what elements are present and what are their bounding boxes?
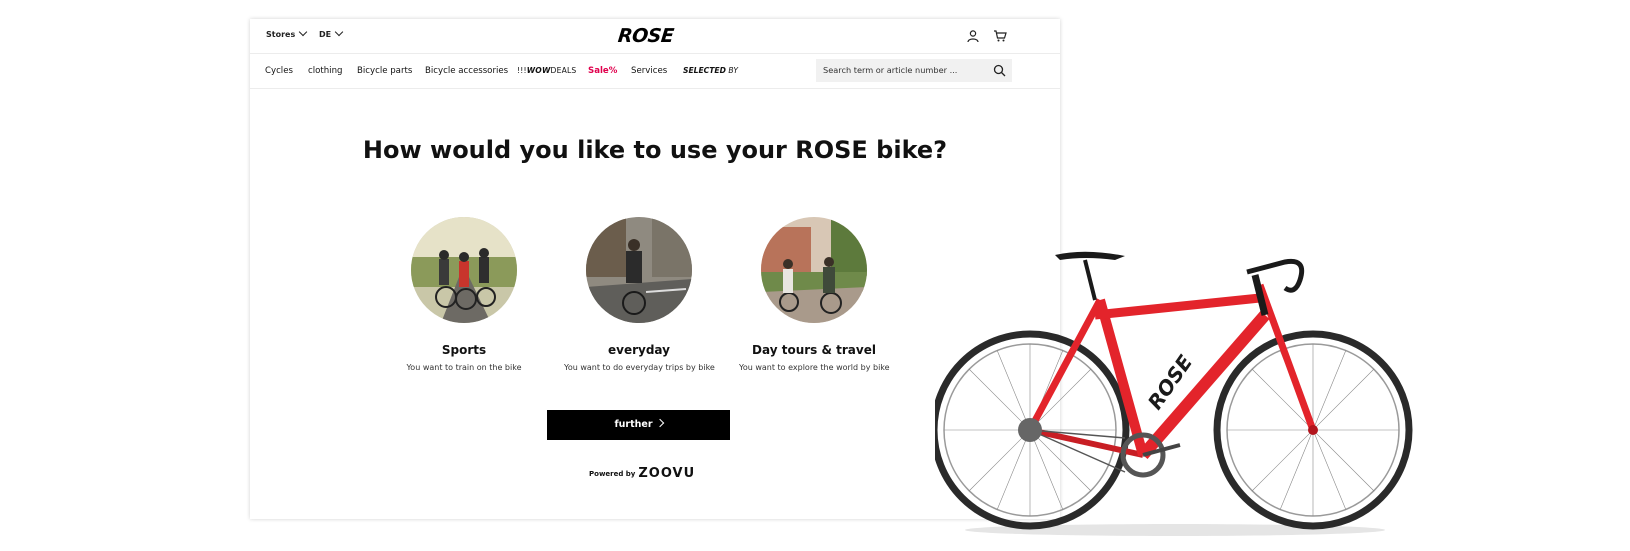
stores-label: Stores bbox=[266, 30, 296, 39]
powered-label: Powered by bbox=[589, 470, 636, 478]
rose-logo[interactable]: ROSE bbox=[617, 25, 675, 47]
nav-cycles[interactable]: Cycles bbox=[265, 66, 293, 76]
search-input[interactable]: Search term or article number ... bbox=[816, 59, 1012, 82]
chevron-down-icon bbox=[298, 27, 308, 37]
option-description: You want to do everyday trips by bike bbox=[564, 363, 715, 372]
powered-by[interactable]: Powered by ZOOVU bbox=[589, 465, 696, 481]
cart-icon[interactable] bbox=[993, 29, 1007, 43]
option-title: Day tours & travel bbox=[752, 343, 876, 357]
page-title: How would you like to use your ROSE bike… bbox=[362, 136, 948, 164]
option-description: You want to train on the bike bbox=[406, 363, 522, 372]
sports-photo bbox=[411, 217, 517, 323]
option-title: everyday bbox=[608, 343, 670, 357]
chevron-down-icon bbox=[334, 27, 344, 37]
option-description: You want to explore the world by bike bbox=[739, 363, 890, 372]
search-icon[interactable] bbox=[993, 64, 1006, 77]
top-bar: Stores DE ROSE bbox=[250, 19, 1060, 54]
zoovu-logo: ZOOVU bbox=[638, 466, 696, 481]
stores-dropdown[interactable]: Stores bbox=[266, 27, 308, 39]
option-day-tours-travel[interactable]: Day tours & travel You want to explore t… bbox=[739, 217, 890, 372]
search-placeholder: Search term or article number ... bbox=[823, 65, 958, 75]
everyday-photo bbox=[586, 217, 692, 323]
nav-clothing[interactable]: clothing bbox=[308, 66, 342, 76]
option-everyday[interactable]: everyday You want to do everyday trips b… bbox=[564, 217, 715, 372]
nav-wow-deals[interactable]: !!!WOWDEALS bbox=[517, 66, 576, 75]
wow-suffix: DEALS bbox=[550, 66, 577, 75]
nav-selected-by[interactable]: SELECTED BY bbox=[683, 66, 738, 75]
language-dropdown[interactable]: DE bbox=[319, 27, 344, 39]
language-label: DE bbox=[319, 30, 332, 39]
option-sports[interactable]: Sports You want to train on the bike bbox=[389, 217, 539, 372]
option-title: Sports bbox=[441, 343, 487, 357]
nav-bicycle-accessories[interactable]: Bicycle accessories bbox=[425, 66, 508, 76]
user-icon[interactable] bbox=[966, 29, 980, 43]
selected-suffix: BY bbox=[725, 66, 739, 75]
wow-bold: WOW bbox=[526, 66, 551, 75]
main-navigation: Cycles clothing Bicycle parts Bicycle ac… bbox=[250, 54, 1060, 89]
nav-sale[interactable]: Sale% bbox=[588, 66, 617, 76]
further-label: further bbox=[614, 419, 653, 430]
wow-prefix: !!! bbox=[517, 66, 527, 75]
road-bike-image: ROSE bbox=[935, 251, 1413, 536]
travel-photo bbox=[761, 217, 867, 323]
selected-bold: SELECTED bbox=[683, 66, 726, 75]
nav-services[interactable]: Services bbox=[631, 66, 667, 76]
nav-bicycle-parts[interactable]: Bicycle parts bbox=[357, 66, 412, 76]
further-button[interactable]: further bbox=[547, 410, 730, 440]
chevron-right-icon bbox=[655, 418, 664, 428]
